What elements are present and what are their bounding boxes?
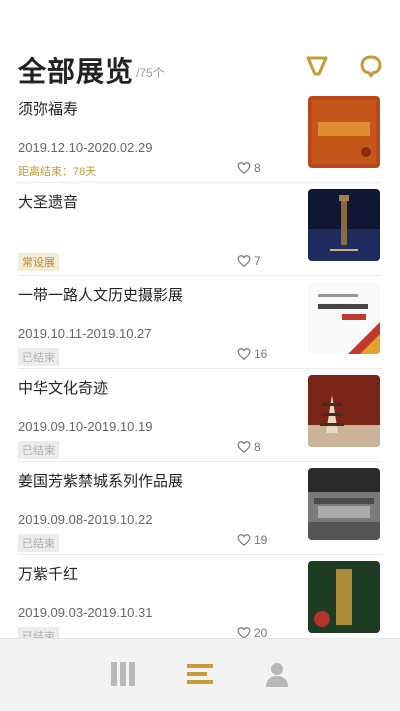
exhibition-date: 2019.09.08-2019.10.22 [18, 512, 153, 527]
exhibition-thumbnail [308, 282, 380, 354]
exhibition-title: 中华文化奇迹 [18, 380, 109, 397]
exhibition-thumbnail [308, 96, 380, 168]
like-count: 19 [254, 533, 268, 547]
tab-home[interactable] [103, 654, 143, 694]
tab-me[interactable] [257, 654, 297, 694]
exhibition-title: 一带一路人文历史摄影展 [18, 287, 184, 304]
exhibition-count: /75个 [136, 66, 165, 80]
filter-icon [306, 56, 328, 76]
like-button[interactable]: 19 [237, 533, 267, 547]
exhibition-thumbnail [308, 468, 380, 540]
heart-icon [237, 348, 251, 361]
exhibition-date: 2019.09.03-2019.10.31 [18, 605, 153, 620]
exhibition-date: 2019.10.11-2019.10.27 [18, 326, 152, 341]
exhibition-title: 大圣遗音 [18, 194, 79, 211]
bottom-nav [0, 638, 400, 711]
status-badge: 距离结束：78天 [18, 166, 97, 178]
heart-icon [237, 441, 251, 454]
like-button[interactable]: 16 [237, 347, 267, 361]
exhibition-list: 须弥福寿 2019.12.10-2020.02.29 距离结束：78天 8 大圣… [0, 90, 400, 648]
header: 全部展览 /75个 [0, 0, 400, 90]
exhibition-title: 万紫千红 [18, 566, 79, 583]
list-item[interactable]: 大圣遗音 常设展 7 [18, 183, 382, 276]
list-item[interactable]: 中华文化奇迹 2019.09.10-2019.10.19 已结束 8 [18, 369, 382, 462]
exhibition-thumbnail [308, 375, 380, 447]
status-badge: 已结束 [18, 348, 59, 366]
heart-icon [237, 255, 251, 268]
list-item[interactable]: 万紫千红 2019.09.03-2019.10.31 已结束 20 [18, 555, 382, 648]
exhibition-thumbnail [308, 561, 380, 633]
person-icon [266, 663, 288, 687]
like-button[interactable]: 8 [237, 161, 261, 175]
like-count: 16 [254, 347, 268, 361]
page-title: 全部展览 [18, 56, 135, 87]
list-item[interactable]: 一带一路人文历史摄影展 2019.10.11-2019.10.27 已结束 16 [18, 276, 382, 369]
heart-icon [237, 162, 251, 175]
columns-icon [111, 662, 135, 686]
exhibition-title: 须弥福寿 [18, 101, 79, 118]
status-badge: 已结束 [18, 534, 59, 552]
like-count: 7 [254, 254, 261, 268]
filter-button[interactable] [303, 52, 331, 80]
list-item[interactable]: 须弥福寿 2019.12.10-2020.02.29 距离结束：78天 8 [18, 90, 382, 183]
exhibition-title: 姜国芳紫禁城系列作品展 [18, 473, 184, 490]
status-badge: 已结束 [18, 441, 59, 459]
exhibition-date: 2019.12.10-2020.02.29 [18, 140, 153, 155]
like-count: 8 [254, 440, 261, 454]
search-button[interactable] [357, 52, 385, 80]
exhibition-date: 2019.09.10-2019.10.19 [18, 419, 153, 434]
heart-icon [237, 534, 251, 547]
like-button[interactable]: 7 [237, 254, 261, 268]
list-item[interactable]: 姜国芳紫禁城系列作品展 2019.09.08-2019.10.22 已结束 19 [18, 462, 382, 555]
status-badge: 常设展 [18, 253, 59, 271]
tab-list[interactable] [180, 654, 220, 694]
search-icon [360, 55, 382, 78]
exhibition-thumbnail [308, 189, 380, 261]
like-count: 8 [254, 161, 261, 175]
like-button[interactable]: 8 [237, 440, 261, 454]
list-icon [187, 664, 213, 684]
